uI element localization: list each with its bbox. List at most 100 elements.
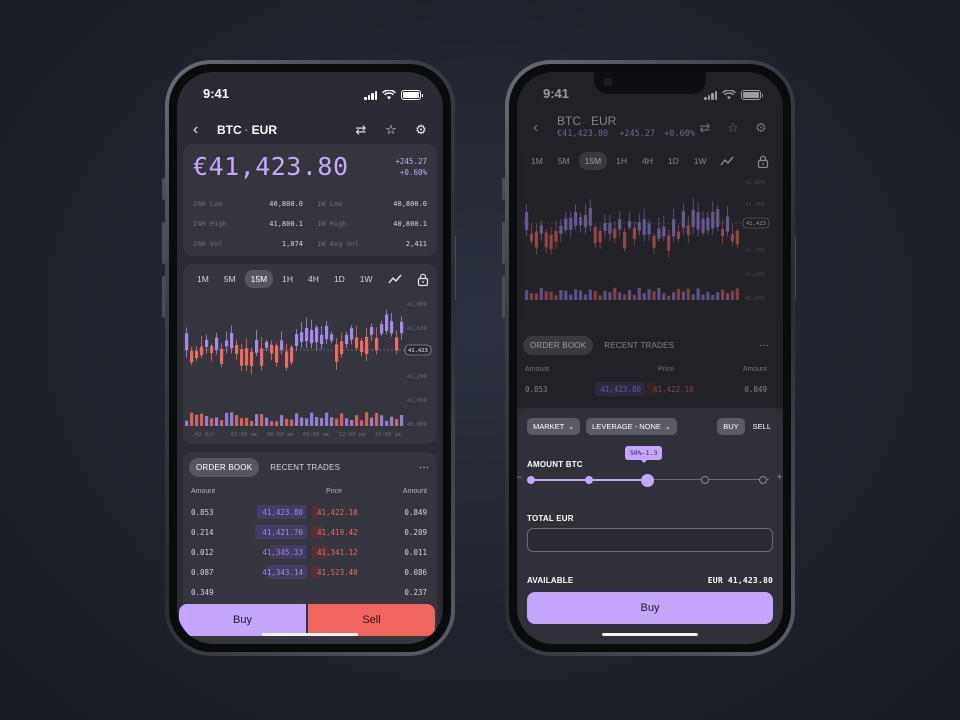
candle <box>642 209 646 242</box>
swap-icon[interactable]: ⇄ <box>697 120 713 136</box>
volume-bar <box>330 417 334 426</box>
lock-icon[interactable] <box>417 273 429 286</box>
timeframe-1w[interactable]: 1W <box>688 152 713 170</box>
slider-step[interactable] <box>585 476 593 484</box>
candle <box>400 316 404 341</box>
market-dropdown[interactable]: MARKET ⌄ <box>527 418 581 435</box>
gear-icon[interactable]: ⚙ <box>753 120 769 136</box>
candlestick-chart[interactable]: 41,800 41,600 41,200 41,000 40,800 41,423 02 O… <box>183 296 433 442</box>
star-icon[interactable]: ☆ <box>725 120 741 136</box>
gear-icon[interactable]: ⚙ <box>413 122 429 138</box>
change-abs: +245.27 <box>395 157 427 166</box>
timeframe-1h[interactable]: 1H <box>276 270 299 288</box>
timeframe-5m[interactable]: 5M <box>218 270 242 288</box>
timeframe-1d[interactable]: 1D <box>328 270 351 288</box>
candle <box>300 322 304 348</box>
tab-recent-trades[interactable]: RECENT TRADES <box>263 458 347 477</box>
volume-bar <box>325 412 329 426</box>
svg-text:41,423: 41,423 <box>408 348 428 354</box>
slider-step[interactable] <box>701 476 709 484</box>
tab-order-book[interactable]: ORDER BOOK <box>189 458 260 477</box>
slider-plus[interactable]: + <box>777 472 782 482</box>
timeframe-1d[interactable]: 1D <box>662 152 685 170</box>
slider-step[interactable] <box>527 476 535 484</box>
candle <box>185 327 189 358</box>
back-icon[interactable]: ‹ <box>533 119 551 137</box>
volume-bar <box>235 415 239 426</box>
candle <box>608 214 612 241</box>
tab-order-book[interactable]: ORDER BOOK <box>523 336 594 355</box>
signal-icon <box>704 90 717 100</box>
change-abs: +245.27 <box>619 129 656 139</box>
order-book-row[interactable]: 0.087 41,343.14 41,523.40 0.086 <box>191 562 427 582</box>
candle <box>588 199 592 232</box>
chart-card: 1M 5M 15M 1H 4H 1D 1W 41,600 41,400 41,200… <box>523 150 777 328</box>
side-buy-toggle[interactable]: BUY <box>717 418 745 435</box>
volume-bar <box>676 288 681 300</box>
volume-bar <box>345 418 349 426</box>
timeframe-15m[interactable]: 15M <box>244 270 274 288</box>
candle <box>220 343 224 368</box>
volume-bar <box>681 291 685 300</box>
total-input[interactable] <box>527 528 773 552</box>
side-sell-toggle[interactable]: SELL <box>751 418 773 435</box>
volume-bar <box>632 294 636 300</box>
timeframe-1m[interactable]: 1M <box>525 152 549 170</box>
candle <box>325 320 329 344</box>
order-book-row[interactable]: 0.853 41,423.80 41,422.10 0.849 <box>191 502 427 522</box>
chevron-down-icon: ⌄ <box>664 423 671 431</box>
candle <box>235 339 239 360</box>
order-book-row[interactable]: 0.349 0.237 <box>191 582 427 602</box>
volume-bar <box>215 417 219 426</box>
y-tick-label: 41,600 <box>745 180 765 186</box>
buy-button[interactable]: Buy <box>179 604 306 636</box>
timeframe-4h[interactable]: 4H <box>636 152 659 170</box>
timeframe-5m[interactable]: 5M <box>552 152 576 170</box>
y-tick-label: 41,400 <box>745 202 765 208</box>
candle <box>691 198 695 235</box>
volume-bar <box>375 413 379 426</box>
buy-button[interactable]: Buy <box>527 592 773 624</box>
star-icon[interactable]: ☆ <box>383 122 399 138</box>
line-chart-icon[interactable] <box>388 273 402 285</box>
wifi-icon <box>722 90 736 100</box>
candle <box>305 317 309 349</box>
bid-price: 41,423.80 <box>262 507 303 517</box>
order-book-row[interactable]: 0.012 41,345.33 41,341.12 0.011 <box>191 542 427 562</box>
more-icon[interactable]: ··· <box>759 340 769 351</box>
pair-title: BTC · EUR <box>557 114 617 128</box>
slider-minus[interactable]: − <box>517 472 522 482</box>
line-chart-icon[interactable] <box>720 155 734 167</box>
timeframe-4h[interactable]: 4H <box>302 270 325 288</box>
timeframe-1w[interactable]: 1W <box>354 270 379 288</box>
amount-slider[interactable]: − + <box>517 472 783 488</box>
order-book-row[interactable]: 0.214 41,421.70 41,419.42 0.209 <box>191 522 427 542</box>
tab-recent-trades[interactable]: RECENT TRADES <box>597 336 681 355</box>
ask-amount: 0.849 <box>404 507 427 517</box>
timeframe-1m[interactable]: 1M <box>191 270 215 288</box>
candlestick-chart[interactable]: 41,600 41,400 41,200 41,000 40,800 41,423 <box>523 176 773 324</box>
volume-bar <box>280 415 284 426</box>
sell-button[interactable]: Sell <box>308 604 435 636</box>
slider-step[interactable] <box>759 476 767 484</box>
volume-bar <box>190 412 194 426</box>
volume-bar <box>593 290 597 300</box>
lock-icon[interactable] <box>757 155 769 168</box>
back-icon[interactable]: ‹ <box>193 121 211 139</box>
leverage-dropdown[interactable]: LEVERAGE - NONE ⌄ <box>586 418 677 435</box>
swap-icon[interactable]: ⇄ <box>353 122 369 138</box>
volume-bar <box>725 293 730 300</box>
bid-price: 41,423.80 <box>600 384 641 394</box>
candle <box>564 211 568 234</box>
volume-bar <box>549 291 553 300</box>
order-book-row[interactable]: 0.853 41,423.80 41,422.10 0.849 <box>525 379 767 399</box>
slider-thumb[interactable] <box>640 473 654 487</box>
timeframe-1h[interactable]: 1H <box>610 152 633 170</box>
candle <box>574 204 578 230</box>
phone-right: 9:41 ‹ BTC · EUR €41,423.80 +245.27 +0.60%… <box>505 60 795 656</box>
order-book-rows: 0.853 41,423.80 41,422.10 0.849 0.214 41,421.… <box>191 502 427 602</box>
candle <box>696 202 700 237</box>
timeframe-15m[interactable]: 15M <box>578 152 608 170</box>
more-icon[interactable]: ··· <box>419 462 429 473</box>
volume-bar <box>360 420 364 426</box>
